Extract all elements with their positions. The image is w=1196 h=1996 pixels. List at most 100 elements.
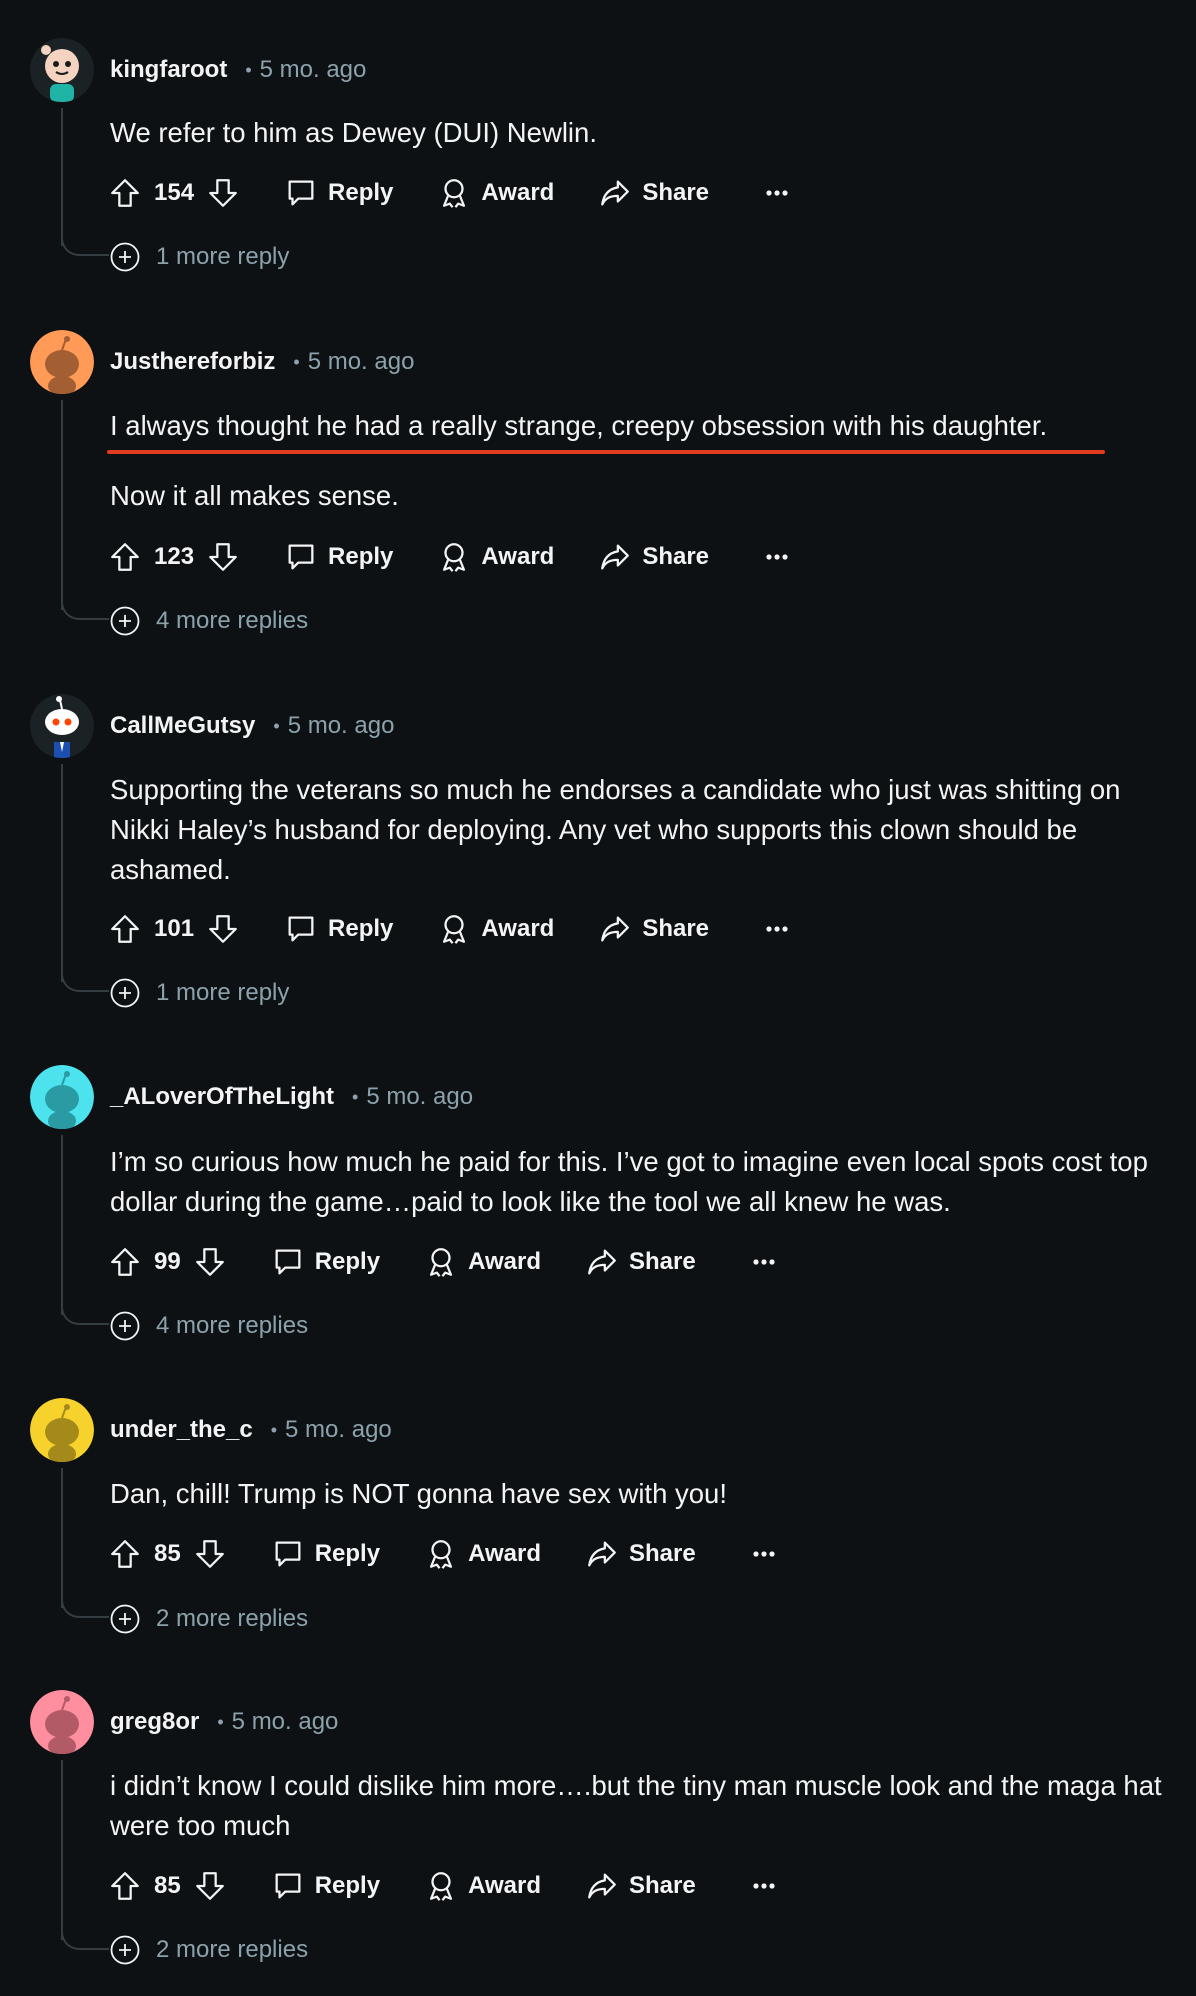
award-button[interactable]: Award — [424, 1245, 541, 1279]
comment-actions: 101 Reply Award Share — [108, 904, 789, 954]
downvote-button[interactable] — [206, 912, 240, 946]
reply-label: Reply — [314, 1540, 381, 1567]
user-avatar[interactable] — [30, 38, 94, 102]
upvote-button[interactable] — [108, 176, 142, 210]
reply-button[interactable]: Reply — [271, 1537, 380, 1571]
downvote-button[interactable] — [206, 540, 240, 574]
more-replies-label: 1 more reply — [156, 979, 290, 1006]
username[interactable]: Justhereforbiz — [110, 348, 275, 376]
more-replies-button[interactable]: 4 more replies — [110, 603, 308, 639]
downvote-arrow-icon — [195, 1248, 224, 1276]
username[interactable]: CallMeGutsy — [110, 712, 255, 740]
award-button[interactable]: Award — [424, 1869, 541, 1903]
more-options-button[interactable] — [765, 188, 789, 198]
user-avatar[interactable] — [30, 330, 94, 394]
user-avatar[interactable] — [30, 1690, 94, 1754]
comment-body: Dan, chill! Trump is NOT gonna have sex … — [110, 1474, 1182, 1514]
upvote-button[interactable] — [108, 540, 142, 574]
username[interactable]: _ALoverOfTheLight — [110, 1083, 334, 1111]
downvote-button[interactable] — [193, 1245, 227, 1279]
award-label: Award — [468, 1872, 541, 1899]
reply-button[interactable]: Reply — [284, 540, 393, 574]
share-button[interactable]: Share — [598, 176, 709, 210]
comment-body: i didn’t know I could dislike him more….… — [110, 1766, 1182, 1846]
more-options-button[interactable] — [752, 1257, 776, 1267]
reply-button[interactable]: Reply — [271, 1869, 380, 1903]
vote-count: 85 — [154, 1872, 181, 1899]
thread-line — [61, 764, 63, 982]
timestamp[interactable]: 5 mo. ago — [288, 712, 395, 740]
upvote-button[interactable] — [108, 912, 142, 946]
reply-button[interactable]: Reply — [271, 1245, 380, 1279]
upvote-button[interactable] — [108, 1869, 142, 1903]
speech-bubble-icon — [288, 916, 314, 942]
award-ribbon-icon — [443, 915, 466, 944]
upvote-arrow-icon — [111, 1872, 139, 1900]
award-label: Award — [468, 1248, 541, 1275]
comment-paragraph: I always thought he had a really strange… — [110, 410, 1048, 441]
more-replies-button[interactable]: 4 more replies — [110, 1308, 308, 1344]
more-options-button[interactable] — [752, 1881, 776, 1891]
award-button[interactable]: Award — [424, 1537, 541, 1571]
plus-circle-icon — [110, 1604, 140, 1634]
award-button[interactable]: Award — [437, 912, 554, 946]
award-ribbon-icon — [443, 543, 466, 572]
downvote-arrow-icon — [209, 179, 237, 207]
timestamp[interactable]: 5 mo. ago — [366, 1083, 473, 1111]
reply-button[interactable]: Reply — [284, 176, 393, 210]
plus-circle-icon — [110, 978, 140, 1008]
comment-body: I always thought he had a really strange… — [110, 406, 1182, 516]
comment-paragraph: We refer to him as Dewey (DUI) Newlin. — [110, 117, 597, 148]
upvote-button[interactable] — [108, 1537, 142, 1571]
reply-button[interactable]: Reply — [284, 912, 393, 946]
vote-count: 101 — [154, 915, 195, 942]
timestamp[interactable]: 5 mo. ago — [308, 348, 415, 376]
more-options-button[interactable] — [752, 1549, 776, 1559]
plus-circle-icon — [110, 606, 140, 636]
more-replies-button[interactable]: 1 more reply — [110, 239, 289, 275]
user-avatar[interactable] — [30, 694, 94, 758]
comment-paragraph: i didn’t know I could dislike him more….… — [110, 1770, 1162, 1841]
comment-meta: under_the_c • 5 mo. ago — [110, 1410, 392, 1450]
plus-circle-icon — [110, 1935, 140, 1965]
comment-meta: _ALoverOfTheLight • 5 mo. ago — [110, 1077, 473, 1117]
thread-line — [61, 400, 63, 610]
share-button[interactable]: Share — [585, 1869, 696, 1903]
comment-meta: Justhereforbiz • 5 mo. ago — [110, 342, 414, 382]
award-ribbon-icon — [430, 1872, 453, 1901]
more-options-button[interactable] — [765, 924, 789, 934]
user-avatar[interactable] — [30, 1065, 94, 1129]
comment-meta: kingfaroot • 5 mo. ago — [110, 50, 366, 90]
share-label: Share — [642, 543, 710, 570]
upvote-arrow-icon — [111, 1540, 139, 1568]
downvote-button[interactable] — [193, 1537, 227, 1571]
reply-label: Reply — [328, 543, 394, 570]
more-options-button[interactable] — [765, 552, 789, 562]
award-label: Award — [481, 915, 555, 942]
award-button[interactable]: Award — [437, 540, 554, 574]
username[interactable]: under_the_c — [110, 1416, 253, 1444]
more-replies-button[interactable]: 2 more replies — [110, 1932, 308, 1968]
timestamp[interactable]: 5 mo. ago — [232, 1708, 339, 1736]
ellipsis-icon — [766, 190, 788, 196]
timestamp[interactable]: 5 mo. ago — [285, 1416, 392, 1444]
thread-connector — [61, 1930, 109, 1950]
timestamp[interactable]: 5 mo. ago — [260, 56, 367, 84]
share-button[interactable]: Share — [585, 1537, 696, 1571]
share-button[interactable]: Share — [585, 1245, 696, 1279]
downvote-button[interactable] — [206, 176, 240, 210]
user-avatar[interactable] — [30, 1398, 94, 1462]
upvote-button[interactable] — [108, 1245, 142, 1279]
username[interactable]: greg8or — [110, 1708, 199, 1736]
share-button[interactable]: Share — [598, 540, 709, 574]
share-button[interactable]: Share — [598, 912, 709, 946]
thread-line — [61, 1760, 63, 1940]
award-button[interactable]: Award — [437, 176, 554, 210]
more-replies-button[interactable]: 2 more replies — [110, 1601, 308, 1637]
vote-count: 99 — [154, 1248, 181, 1275]
more-replies-button[interactable]: 1 more reply — [110, 975, 289, 1011]
more-replies-label: 4 more replies — [156, 607, 309, 634]
downvote-button[interactable] — [193, 1869, 227, 1903]
username[interactable]: kingfaroot — [110, 56, 227, 84]
plus-circle-icon — [110, 242, 140, 272]
